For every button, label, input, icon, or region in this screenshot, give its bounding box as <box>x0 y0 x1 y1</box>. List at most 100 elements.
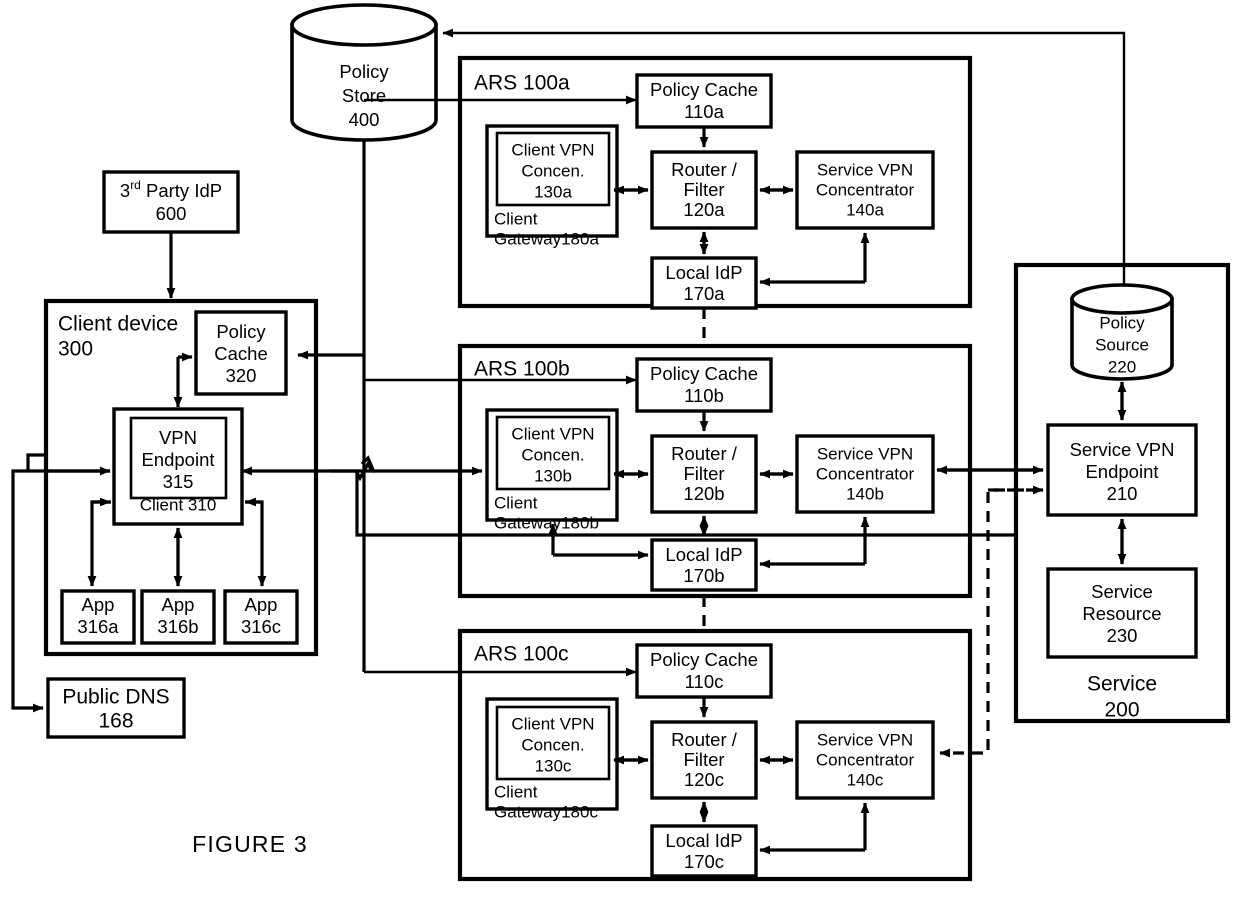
policy-source-line1: Policy <box>1099 313 1145 332</box>
ars-c-svc-line2: Concentrator <box>816 750 915 769</box>
ars-b-cvc-ref: 130b <box>534 466 572 485</box>
ars-b-svc-ref: 140b <box>846 484 884 503</box>
ars-b-client-gateway-line2: Gateway180b <box>494 513 599 532</box>
ars-c-client-gateway-line2: Gateway180c <box>494 802 598 821</box>
ars-b-svc-line1: Service VPN <box>817 444 913 463</box>
ars-b-cvc-line2: Concen. <box>521 445 584 464</box>
ars-b-router-filter: Router / Filter 120b <box>650 434 758 514</box>
app-c-label: App <box>245 594 278 615</box>
public-dns-label: Public DNS <box>62 686 169 709</box>
node-app-a: App 316a <box>60 589 136 645</box>
ars-a-policy-cache-label: Policy Cache <box>650 79 758 100</box>
policy-store-ref: 400 <box>349 109 380 130</box>
node-third-party-idp: 3rd Party IdP 600 <box>102 170 240 234</box>
ars-b-local-idp-ref: 170b <box>683 565 724 586</box>
ars-a-local-idp-label: Local IdP <box>665 262 742 283</box>
app-a-label: App <box>82 594 115 615</box>
third-party-idp-ref: 600 <box>156 203 187 224</box>
ars-a-router-filter: Router / Filter 120a <box>650 150 758 230</box>
ars-b-policy-cache-label: Policy Cache <box>650 363 758 384</box>
public-dns-ref: 168 <box>98 710 133 733</box>
ars-a-cvc-line2: Concen. <box>521 161 584 180</box>
ars-b-client-vpn-concentrator: Client VPN Concen. 130b <box>495 415 611 491</box>
ars-a-rf-ref: 120a <box>683 199 725 220</box>
ars-c-policy-cache-ref: 110c <box>685 671 724 692</box>
ars-a-service-vpn-concentrator: Service VPN Concentrator 140a <box>795 150 935 230</box>
node-client-policy-cache: Policy Cache 320 <box>194 310 288 396</box>
node-vpn-endpoint: VPN Endpoint 315 <box>129 416 228 500</box>
ars-c-local-idp-label: Local IdP <box>665 830 742 851</box>
service-vpn-endpoint-line2: Endpoint <box>1085 461 1158 482</box>
ars-c-local-idp: Local IdP 170c <box>650 824 758 878</box>
vpn-endpoint-ref: 315 <box>163 471 194 492</box>
ars-c-rf-line2: Filter <box>683 749 724 770</box>
ars-a-svc-line1: Service VPN <box>817 160 913 179</box>
network-architecture-diagram: Policy Store 400 3rd Party IdP 600 Clien… <box>11 3 1231 882</box>
app-a-ref: 316a <box>77 616 119 637</box>
client-policy-cache-line1: Policy <box>216 321 266 342</box>
service-resource-ref: 230 <box>1107 625 1138 646</box>
node-app-c: App 316c <box>223 589 299 645</box>
ars-c-local-idp-ref: 170c <box>684 851 724 872</box>
bus-left-loop <box>26 453 46 471</box>
ars-a-client-vpn-concentrator: Client VPN Concen. 130a <box>495 131 611 207</box>
service-vpn-endpoint-ref: 210 <box>1107 483 1138 504</box>
client-device-ref: 300 <box>58 338 93 361</box>
ars-c-cvc-line1: Client VPN <box>511 714 594 733</box>
link-client-to-app-c <box>245 500 267 587</box>
ars-a-cvc-line1: Client VPN <box>511 140 594 159</box>
node-app-b: App 316b <box>140 589 216 645</box>
ars-block-a: ARS 100a Policy Cache 110a Client Gatewa… <box>457 55 973 310</box>
ars-c-rf-line1: Router / <box>671 729 738 750</box>
service-vpn-endpoint-line1: Service VPN <box>1070 439 1175 460</box>
ars-b-policy-cache-ref: 110b <box>684 385 724 406</box>
policy-store-line2: Store <box>342 85 386 106</box>
node-service-vpn-endpoint: Service VPN Endpoint 210 <box>1046 423 1198 517</box>
service-resource-line2: Resource <box>1082 603 1161 624</box>
link-service-endpoint-to-ars-c-svc-dashed <box>939 488 1043 758</box>
ars-b-local-idp-label: Local IdP <box>665 544 742 565</box>
ars-b-title: ARS 100b <box>474 358 570 381</box>
ars-b-local-idp: Local IdP 170b <box>650 538 758 592</box>
figure-caption: FIGURE 3 <box>192 831 308 857</box>
ars-a-client-gateway-line1: Client <box>494 209 538 228</box>
ars-b-cvc-line1: Client VPN <box>511 424 594 443</box>
node-service-resource: Service Resource 230 <box>1046 567 1198 659</box>
node-policy-source: Policy Source 220 <box>1070 283 1174 381</box>
ars-b-rf-ref: 120b <box>683 483 724 504</box>
ars-a-cvc-ref: 130a <box>534 182 572 201</box>
ars-block-c: ARS 100c Policy Cache 110c Client Gatewa… <box>457 628 973 882</box>
client-policy-cache-ref: 320 <box>226 365 257 386</box>
node-public-dns: Public DNS 168 <box>46 677 186 739</box>
policy-store-line1: Policy <box>339 61 389 82</box>
app-b-ref: 316b <box>157 616 198 637</box>
ars-b-service-vpn-concentrator: Service VPN Concentrator 140b <box>795 434 935 514</box>
ars-a-policy-cache: Policy Cache 110a <box>635 73 773 129</box>
ars-c-router-filter: Router / Filter 120c <box>650 720 758 800</box>
ars-a-title: ARS 100a <box>474 72 570 95</box>
ars-c-policy-cache-label: Policy Cache <box>650 649 758 670</box>
ars-c-cvc-ref: 130c <box>535 756 572 775</box>
ars-a-svc-line2: Concentrator <box>816 180 915 199</box>
policy-source-ref: 220 <box>1108 357 1136 376</box>
ars-c-policy-cache: Policy Cache 110c <box>635 643 773 699</box>
ars-a-client-gateway-line2: Gateway180a <box>494 229 599 248</box>
client-policy-cache-line2: Cache <box>214 343 267 364</box>
ars-a-rf-line1: Router / <box>671 159 738 180</box>
service-resource-line1: Service <box>1091 581 1153 602</box>
ars-c-rf-ref: 120c <box>684 769 724 790</box>
ars-b-rf-line1: Router / <box>671 443 738 464</box>
ars-b-svc-line2: Concentrator <box>816 464 915 483</box>
ars-c-cvc-line2: Concen. <box>521 735 584 754</box>
ars-a-local-idp: Local IdP 170a <box>650 256 758 310</box>
ars-a-svc-ref: 140a <box>846 200 884 219</box>
ars-a-local-idp-ref: 170a <box>683 283 725 304</box>
ars-a-rf-line2: Filter <box>683 179 724 200</box>
vpn-endpoint-line2: Endpoint <box>141 449 214 470</box>
link-client-to-app-a <box>87 500 111 587</box>
ars-c-svc-line1: Service VPN <box>817 730 913 749</box>
policy-source-line2: Source <box>1095 335 1149 354</box>
ars-b-policy-cache: Policy Cache 110b <box>635 357 773 413</box>
app-b-label: App <box>162 594 195 615</box>
ars-b-client-gateway-line1: Client <box>494 493 538 512</box>
